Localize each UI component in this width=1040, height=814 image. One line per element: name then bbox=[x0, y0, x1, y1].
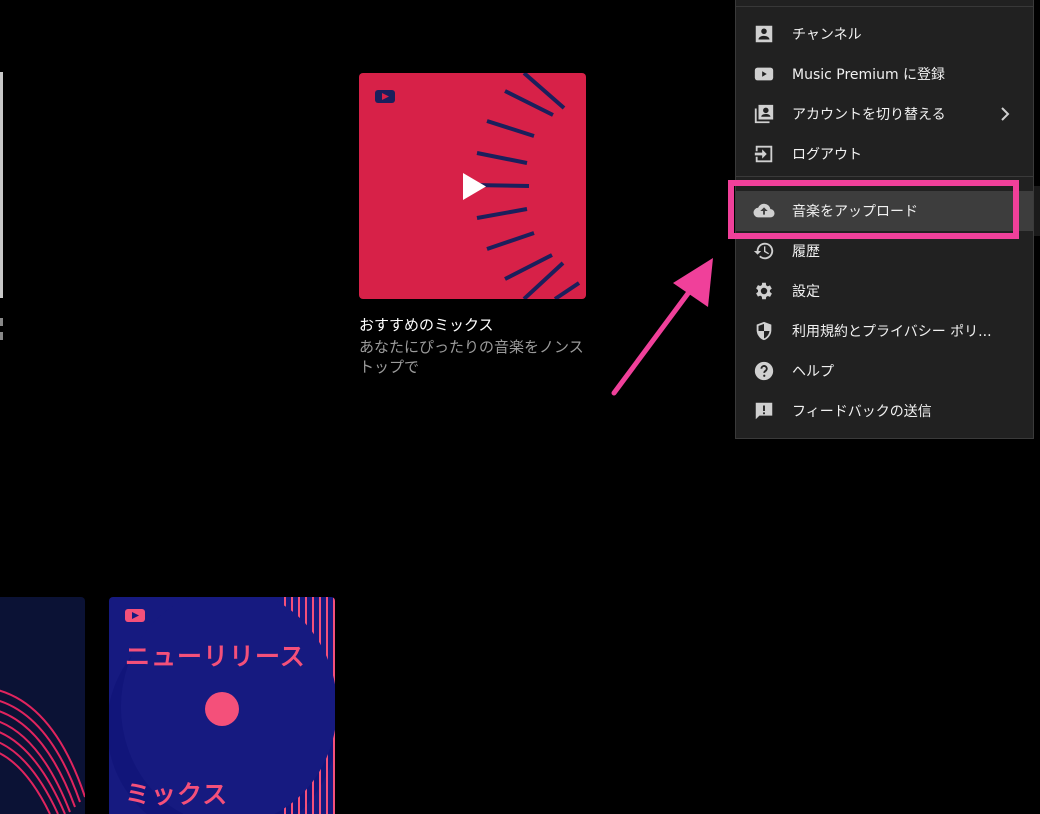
chevron-right-icon bbox=[1001, 107, 1010, 121]
menu-item-label: 設定 bbox=[792, 284, 820, 300]
wave-art bbox=[0, 689, 85, 814]
pointer-arrow-annotation bbox=[611, 258, 713, 396]
play-icon bbox=[463, 173, 486, 200]
clipped-mix-card[interactable] bbox=[0, 597, 85, 814]
menu-item-history[interactable]: 履歴 bbox=[736, 231, 1033, 271]
menu-item-label: ログアウト bbox=[792, 147, 862, 163]
menu-item-upload-music[interactable]: 音楽をアップロード bbox=[736, 191, 1033, 231]
menu-divider bbox=[736, 176, 1033, 177]
new-release-mix-card[interactable]: ニューリリース ミックス bbox=[109, 597, 335, 814]
menu-item-label: 履歴 bbox=[792, 244, 820, 260]
history-icon bbox=[752, 239, 776, 263]
switch-account-icon bbox=[752, 102, 776, 126]
record-dot bbox=[205, 692, 239, 726]
menu-item-label: 利用規約とプライバシー ポリ... bbox=[792, 324, 992, 340]
menu-item-label: 音楽をアップロード bbox=[792, 204, 918, 220]
new-release-mix-label: ミックス bbox=[125, 780, 229, 809]
menu-item-label: ヘルプ bbox=[792, 364, 834, 380]
cloud-upload-icon bbox=[752, 199, 776, 223]
menu-item-switch-account[interactable]: アカウントを切り替える bbox=[736, 94, 1033, 134]
menu-item-channel[interactable]: チャンネル bbox=[736, 14, 1033, 54]
menu-item-settings[interactable]: 設定 bbox=[736, 271, 1033, 311]
menu-item-label: Music Premium に登録 bbox=[792, 67, 946, 83]
gear-icon bbox=[752, 279, 776, 303]
mix-card-title[interactable]: おすすめのミックス bbox=[359, 314, 494, 335]
menu-item-label: チャンネル bbox=[792, 27, 862, 43]
account-box-icon bbox=[752, 22, 776, 46]
new-release-title: ニューリリース bbox=[125, 642, 306, 671]
mix-card-subtitle: あなたにぴったりの音楽をノンストップで bbox=[359, 338, 584, 376]
background-scroll-edge bbox=[1034, 186, 1040, 236]
mix-card-thumbnail[interactable] bbox=[359, 73, 586, 299]
feedback-icon bbox=[752, 399, 776, 423]
menu-item-help[interactable]: ヘルプ bbox=[736, 351, 1033, 391]
menu-item-label: フィードバックの送信 bbox=[792, 404, 932, 420]
logout-icon bbox=[752, 142, 776, 166]
menu-item-terms-privacy[interactable]: 利用規約とプライバシー ポリ... bbox=[736, 311, 1033, 351]
menu-item-premium[interactable]: Music Premium に登録 bbox=[736, 54, 1033, 94]
clipped-card-edge bbox=[0, 72, 3, 298]
menu-item-feedback[interactable]: フィードバックの送信 bbox=[736, 391, 1033, 431]
shield-icon bbox=[752, 319, 776, 343]
menu-item-label: アカウントを切り替える bbox=[792, 107, 946, 123]
menu-item-logout[interactable]: ログアウト bbox=[736, 134, 1033, 174]
clipped-card-text-edge bbox=[0, 318, 3, 354]
account-menu: チャンネル Music Premium に登録 アカウントを切り替える ログアウ… bbox=[735, 0, 1034, 439]
mix-card-art bbox=[375, 73, 581, 299]
youtube-icon bbox=[752, 62, 776, 86]
help-icon bbox=[752, 359, 776, 383]
menu-divider bbox=[736, 6, 1033, 7]
